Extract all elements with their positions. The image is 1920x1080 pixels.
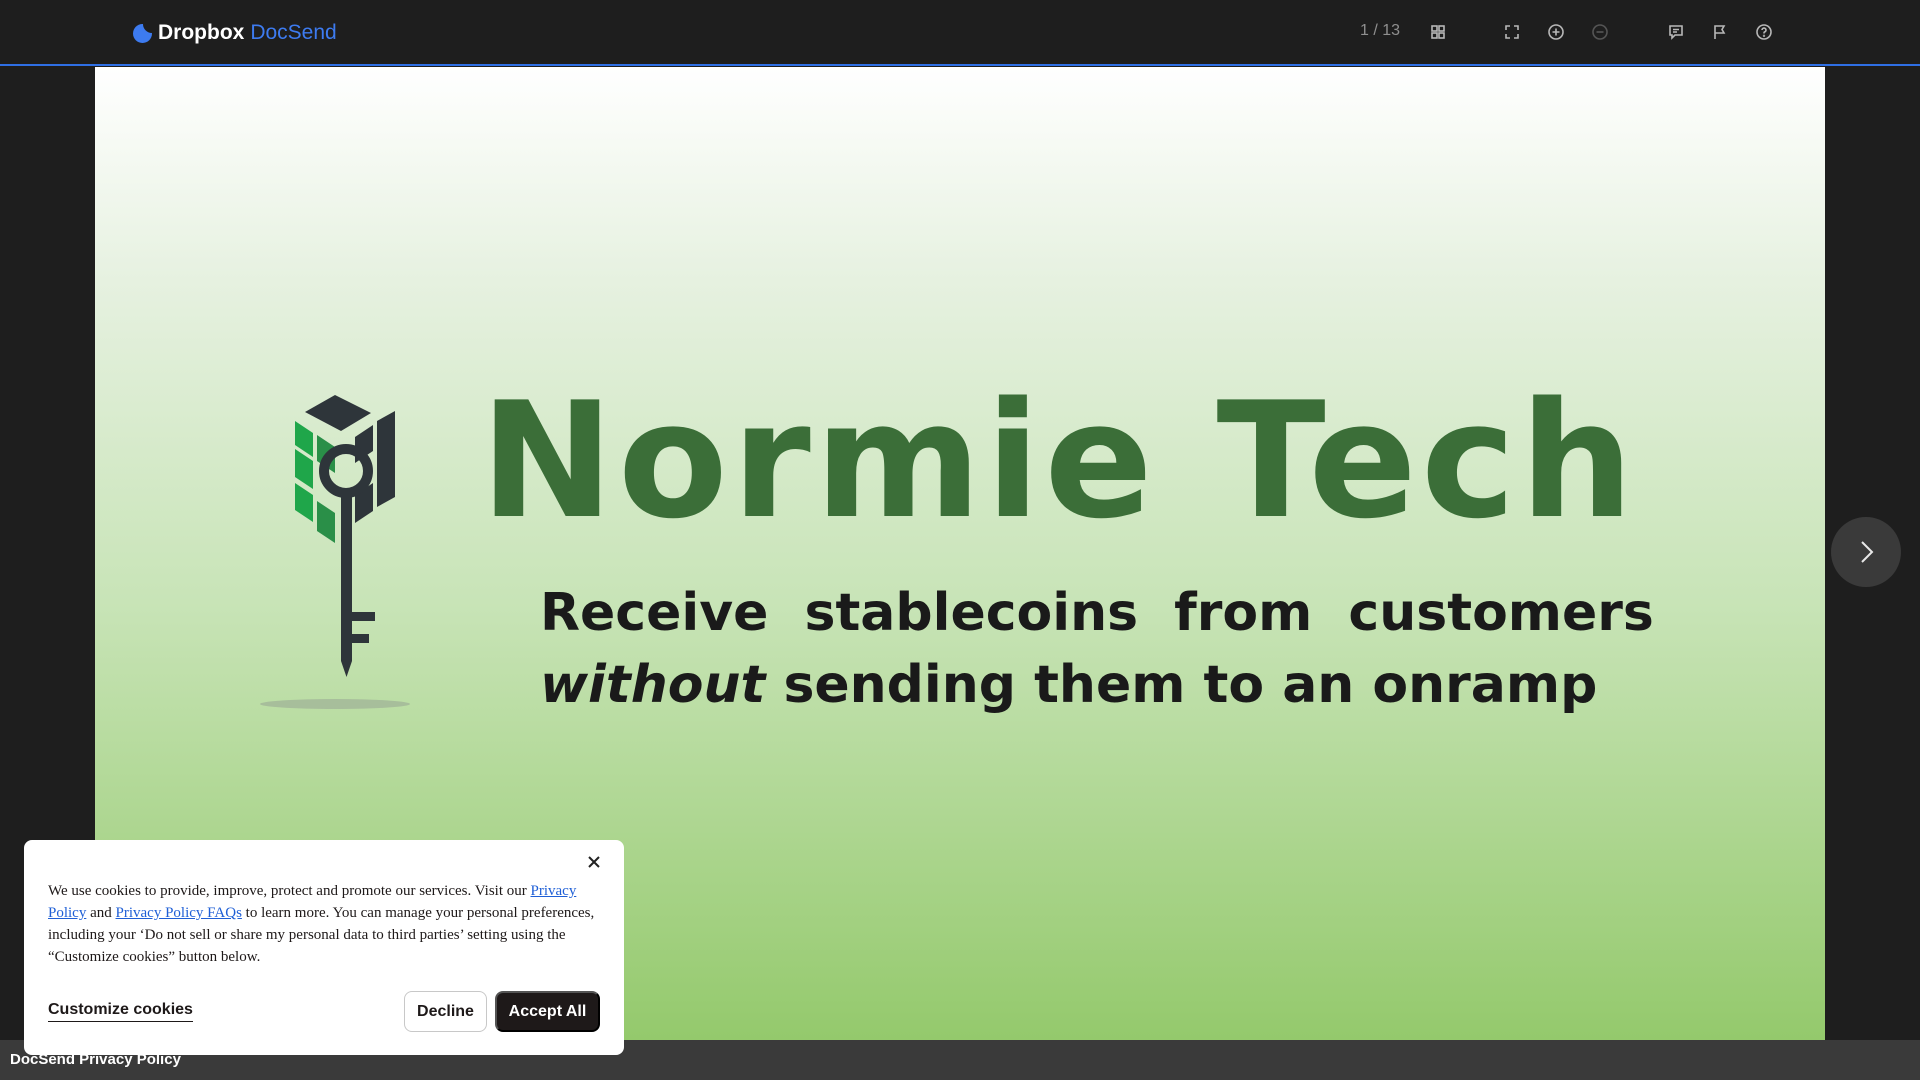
fullscreen-icon[interactable] (1502, 22, 1522, 42)
slide-title: Normie Tech (480, 367, 1638, 554)
page-indicator: 1 / 13 (1360, 22, 1401, 39)
slide-subtitle: Receive stablecoins from customers witho… (540, 577, 1654, 721)
comment-icon[interactable] (1666, 22, 1686, 42)
cookie-text-part1: We use cookies to provide, improve, prot… (48, 883, 531, 899)
subtitle-line-2-rest: sending them to an onramp (765, 655, 1598, 715)
top-bar: Dropbox DocSend 1 / 13 (0, 0, 1920, 66)
grid-view-icon[interactable] (1428, 22, 1448, 42)
dropbox-docsend-icon (133, 23, 152, 43)
cookie-text-and: and (86, 905, 116, 921)
normie-tech-key-cube-logo (260, 395, 410, 709)
docsend-logo[interactable]: Dropbox DocSend (133, 20, 337, 46)
subtitle-emphasis: without (540, 655, 766, 715)
chevron-right-icon (1861, 541, 1874, 563)
close-icon[interactable] (586, 854, 606, 874)
cookie-message: We use cookies to provide, improve, prot… (48, 880, 608, 968)
next-slide-button[interactable] (1831, 517, 1901, 587)
help-icon[interactable] (1754, 22, 1774, 42)
customize-cookies-link[interactable]: Customize cookies (48, 1001, 193, 1022)
subtitle-line-1: Receive stablecoins from customers (540, 583, 1654, 643)
brand-primary: Dropbox (158, 21, 245, 44)
zoom-in-icon[interactable] (1546, 22, 1566, 42)
cookie-consent-banner: We use cookies to provide, improve, prot… (24, 840, 624, 1055)
decline-button[interactable]: Decline (404, 991, 487, 1032)
flag-icon[interactable] (1710, 22, 1730, 42)
privacy-policy-faqs-link[interactable]: Privacy Policy FAQs (116, 905, 242, 921)
subtitle-line-2: without sending them to an onramp (540, 649, 1654, 721)
brand-secondary: DocSend (250, 21, 337, 44)
accept-all-button[interactable]: Accept All (495, 991, 600, 1032)
zoom-out-icon[interactable] (1590, 22, 1610, 42)
